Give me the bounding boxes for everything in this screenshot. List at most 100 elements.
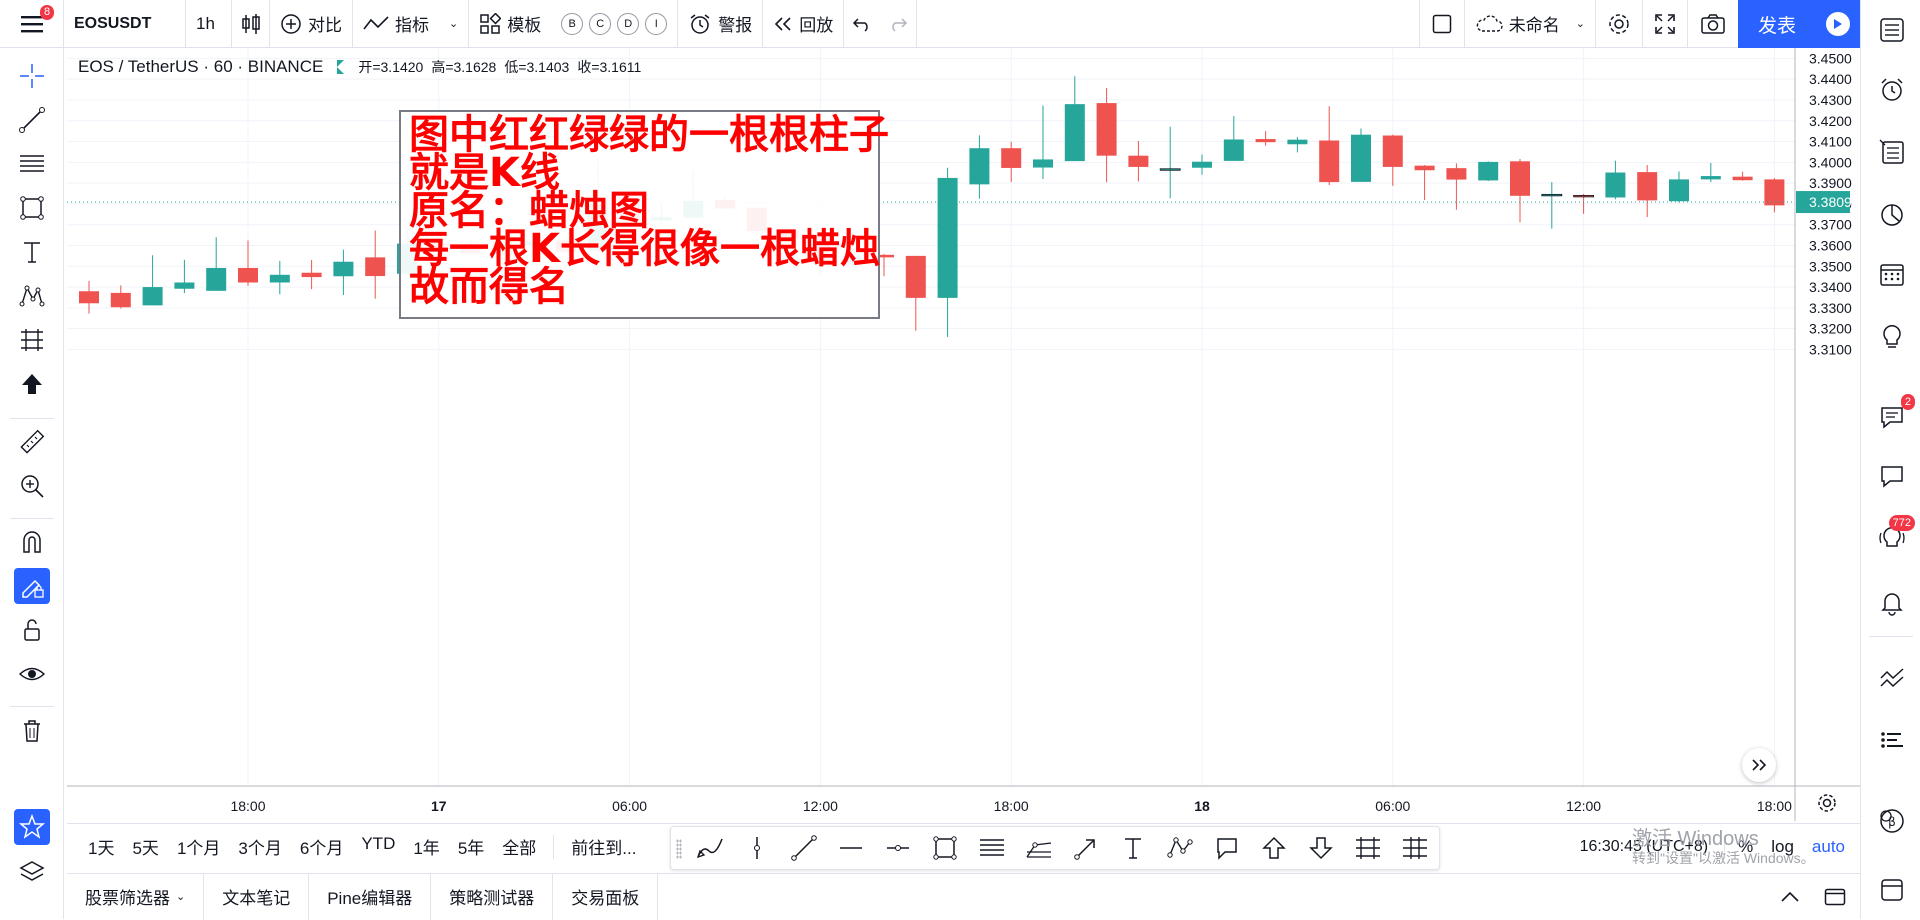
range-1y[interactable]: 1年	[404, 834, 448, 859]
panel-tab-label: 股票筛选器	[85, 889, 170, 908]
trendline-tool[interactable]	[785, 829, 823, 867]
maximize-panel-button[interactable]	[1810, 888, 1860, 906]
shape-tool[interactable]	[14, 190, 50, 226]
zoom-tool[interactable]	[14, 468, 50, 504]
icon-tool[interactable]	[14, 366, 50, 402]
text-tool[interactable]	[1114, 829, 1152, 867]
compare-button[interactable]: 对比	[270, 0, 353, 48]
quick-interval-b[interactable]: B	[561, 12, 584, 35]
short-position-tool[interactable]	[1396, 829, 1434, 867]
streams-button[interactable]: 772	[1875, 515, 1915, 555]
range-3m[interactable]: 3个月	[229, 834, 290, 859]
time-tick-label: 18	[1194, 798, 1210, 814]
arrow-up-marker-tool[interactable]	[1255, 829, 1293, 867]
indicators-button[interactable]: 指标 ⌄	[353, 0, 470, 48]
time-axis-settings[interactable]	[1814, 790, 1840, 816]
horizontal-ray-tool[interactable]	[832, 829, 870, 867]
fullscreen-layout-button[interactable]	[1418, 0, 1465, 48]
notifications-button[interactable]	[1875, 585, 1909, 619]
range-all[interactable]: 全部	[493, 834, 545, 859]
favorites-toolbar[interactable]	[14, 809, 50, 845]
redo-button[interactable]	[880, 0, 918, 48]
hide-drawings[interactable]	[14, 656, 50, 692]
trendline-tool[interactable]	[14, 102, 50, 138]
brush-tool[interactable]	[691, 829, 729, 867]
time-tick-label: 06:00	[612, 798, 647, 814]
range-5y[interactable]: 5年	[449, 834, 493, 859]
alert-button[interactable]: 警报	[678, 0, 764, 48]
snapshot-button[interactable]	[1688, 0, 1738, 48]
depth-of-market-button[interactable]	[1875, 723, 1909, 757]
range-ytd[interactable]: YTD	[352, 834, 404, 859]
long-position-icon	[1356, 837, 1380, 859]
long-position-tool[interactable]	[1349, 829, 1387, 867]
settings-button[interactable]	[1596, 0, 1643, 48]
quick-interval-d[interactable]: D	[617, 12, 640, 35]
arrow-down-marker-tool[interactable]	[1302, 829, 1340, 867]
fib-retracement-tool[interactable]	[973, 829, 1011, 867]
fib-fan-tool[interactable]	[1020, 829, 1058, 867]
data-window-button[interactable]	[1875, 135, 1909, 169]
panel-tab-label: 交易面板	[571, 889, 640, 908]
interval-selector[interactable]: 1h	[186, 0, 232, 48]
price-chart[interactable]: 3.4500 3.4400 3.4300 3.4200 3.4100 3.4000 3.39…	[67, 48, 1860, 821]
main-menu-button[interactable]: 8	[0, 0, 64, 48]
templates-button[interactable]: 模板 B C D I	[469, 0, 679, 48]
candlestick-chart-svg[interactable]: 3.4500 3.4400 3.4300 3.4200 3.4100 3.4000 3.39…	[67, 48, 1860, 821]
crosshair-tool[interactable]	[14, 58, 50, 94]
collapse-panel-button[interactable]	[1770, 891, 1810, 903]
calendar-button[interactable]	[1875, 257, 1909, 291]
panel-tab-pine-editor[interactable]: Pine编辑器	[309, 873, 432, 920]
pattern-tool[interactable]	[14, 278, 50, 314]
panel-tab-label: Pine编辑器	[327, 889, 413, 908]
remove-drawings[interactable]	[14, 712, 50, 748]
pattern-tool[interactable]	[1161, 829, 1199, 867]
fib-tool[interactable]	[14, 146, 50, 182]
text-tool[interactable]	[14, 234, 50, 270]
drag-handle[interactable]	[676, 839, 682, 859]
object-tree[interactable]	[14, 854, 50, 890]
messages-button[interactable]	[1875, 459, 1909, 493]
text-annotation[interactable]: 图中红红绿绿的一根根柱子 就是K线 原名：蜡烛图 每一根K长得很像一根蜡烛 故而…	[399, 110, 889, 319]
ideas-stream-button[interactable]	[1875, 319, 1909, 353]
quick-interval-c[interactable]: C	[589, 12, 612, 35]
chart-type-button[interactable]	[232, 0, 270, 48]
prediction-tool[interactable]	[14, 322, 50, 358]
panel-tab-trading-panel[interactable]: 交易面板	[553, 873, 659, 920]
undo-button[interactable]	[844, 0, 880, 48]
quick-interval-i[interactable]: I	[645, 12, 668, 35]
magnet-tool[interactable]	[14, 524, 50, 560]
measure-tool[interactable]	[14, 424, 50, 460]
panel-tab-screener[interactable]: 股票筛选器 ⌄	[67, 873, 205, 920]
range-5d[interactable]: 5天	[123, 834, 167, 859]
hotlists-button[interactable]	[1875, 197, 1909, 231]
symbol-search[interactable]: EOSUSDT	[64, 0, 186, 48]
panel-tab-strategy-tester[interactable]: 策略测试器	[431, 873, 554, 920]
stay-in-drawing-mode[interactable]	[14, 568, 50, 604]
price-tick-label: 3.3500	[1809, 258, 1852, 274]
panel-tab-text-notes[interactable]: 文本笔记	[204, 873, 310, 920]
fib-fan-icon	[1026, 842, 1052, 858]
arrow-tool[interactable]	[1067, 829, 1105, 867]
order-panel-button[interactable]	[1875, 661, 1909, 695]
help-button[interactable]: β	[1875, 804, 1909, 838]
goto-date-button[interactable]: 前往到...	[562, 834, 645, 859]
scroll-to-realtime-button[interactable]	[1742, 748, 1776, 782]
range-1m[interactable]: 1个月	[168, 834, 229, 859]
candle-body	[937, 177, 958, 298]
replay-button[interactable]: 回放	[763, 0, 845, 48]
layout-name-button[interactable]: 未命名 ⌄	[1465, 0, 1596, 48]
vertical-line-tool[interactable]	[738, 829, 776, 867]
alerts-button[interactable]	[1875, 73, 1909, 107]
horizontal-line-tool[interactable]	[879, 829, 917, 867]
chats-button[interactable]: 2	[1875, 394, 1915, 434]
range-6m[interactable]: 6个月	[291, 834, 352, 859]
publish-button[interactable]: 发表	[1738, 0, 1860, 48]
widget-panel-button[interactable]	[1875, 873, 1909, 907]
lock-drawings[interactable]	[14, 612, 50, 648]
fullscreen-button[interactable]	[1643, 0, 1688, 48]
callout-tool[interactable]	[1208, 829, 1246, 867]
range-1d[interactable]: 1天	[79, 834, 123, 859]
watchlist-button[interactable]	[1875, 13, 1909, 47]
rectangle-tool[interactable]	[926, 829, 964, 867]
